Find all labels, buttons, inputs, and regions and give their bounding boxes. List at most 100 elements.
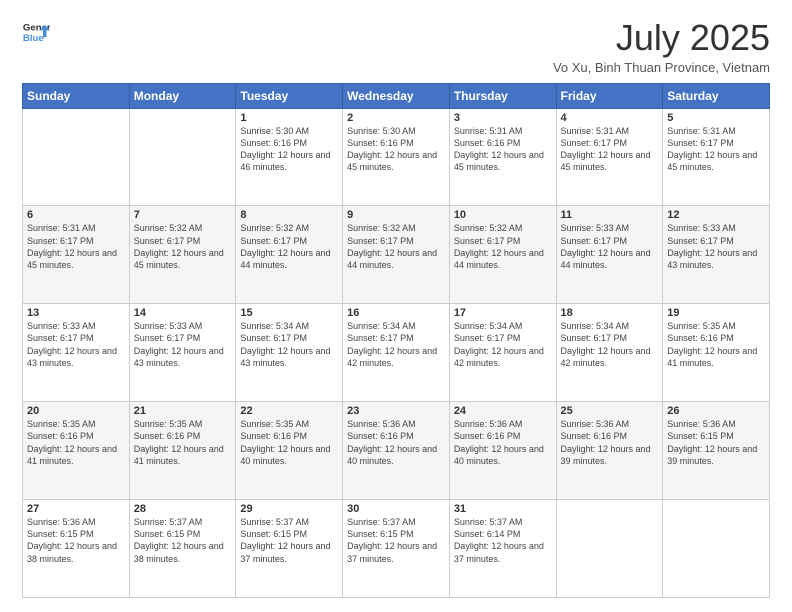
col-saturday: Saturday — [663, 83, 770, 108]
calendar-cell: 15Sunrise: 5:34 AM Sunset: 6:17 PM Dayli… — [236, 304, 343, 402]
calendar-cell: 2Sunrise: 5:30 AM Sunset: 6:16 PM Daylig… — [343, 108, 450, 206]
day-info: Sunrise: 5:37 AM Sunset: 6:15 PM Dayligh… — [240, 516, 338, 565]
day-number: 5 — [667, 112, 765, 124]
calendar-cell: 12Sunrise: 5:33 AM Sunset: 6:17 PM Dayli… — [663, 206, 770, 304]
day-number: 15 — [240, 307, 338, 319]
day-info: Sunrise: 5:35 AM Sunset: 6:16 PM Dayligh… — [240, 418, 338, 467]
day-number: 4 — [561, 112, 659, 124]
day-info: Sunrise: 5:37 AM Sunset: 6:15 PM Dayligh… — [347, 516, 445, 565]
calendar-cell: 11Sunrise: 5:33 AM Sunset: 6:17 PM Dayli… — [556, 206, 663, 304]
col-friday: Friday — [556, 83, 663, 108]
col-thursday: Thursday — [449, 83, 556, 108]
day-number: 24 — [454, 405, 552, 417]
day-info: Sunrise: 5:32 AM Sunset: 6:17 PM Dayligh… — [240, 222, 338, 271]
calendar-cell: 25Sunrise: 5:36 AM Sunset: 6:16 PM Dayli… — [556, 402, 663, 500]
calendar-cell: 14Sunrise: 5:33 AM Sunset: 6:17 PM Dayli… — [129, 304, 236, 402]
calendar-cell: 19Sunrise: 5:35 AM Sunset: 6:16 PM Dayli… — [663, 304, 770, 402]
calendar-header-row: Sunday Monday Tuesday Wednesday Thursday… — [23, 83, 770, 108]
day-number: 14 — [134, 307, 232, 319]
day-number: 31 — [454, 503, 552, 515]
day-info: Sunrise: 5:33 AM Sunset: 6:17 PM Dayligh… — [134, 320, 232, 369]
day-number: 13 — [27, 307, 125, 319]
calendar-cell: 31Sunrise: 5:37 AM Sunset: 6:14 PM Dayli… — [449, 500, 556, 598]
calendar-cell: 1Sunrise: 5:30 AM Sunset: 6:16 PM Daylig… — [236, 108, 343, 206]
col-sunday: Sunday — [23, 83, 130, 108]
day-number: 6 — [27, 209, 125, 221]
calendar-cell: 13Sunrise: 5:33 AM Sunset: 6:17 PM Dayli… — [23, 304, 130, 402]
col-wednesday: Wednesday — [343, 83, 450, 108]
day-info: Sunrise: 5:32 AM Sunset: 6:17 PM Dayligh… — [454, 222, 552, 271]
calendar-week-row: 6Sunrise: 5:31 AM Sunset: 6:17 PM Daylig… — [23, 206, 770, 304]
calendar-cell: 3Sunrise: 5:31 AM Sunset: 6:16 PM Daylig… — [449, 108, 556, 206]
day-info: Sunrise: 5:31 AM Sunset: 6:17 PM Dayligh… — [667, 125, 765, 174]
day-info: Sunrise: 5:37 AM Sunset: 6:14 PM Dayligh… — [454, 516, 552, 565]
day-number: 12 — [667, 209, 765, 221]
day-number: 9 — [347, 209, 445, 221]
day-number: 19 — [667, 307, 765, 319]
calendar-cell: 9Sunrise: 5:32 AM Sunset: 6:17 PM Daylig… — [343, 206, 450, 304]
day-info: Sunrise: 5:37 AM Sunset: 6:15 PM Dayligh… — [134, 516, 232, 565]
day-number: 11 — [561, 209, 659, 221]
col-tuesday: Tuesday — [236, 83, 343, 108]
calendar-cell: 20Sunrise: 5:35 AM Sunset: 6:16 PM Dayli… — [23, 402, 130, 500]
day-info: Sunrise: 5:34 AM Sunset: 6:17 PM Dayligh… — [347, 320, 445, 369]
day-number: 17 — [454, 307, 552, 319]
calendar-cell: 6Sunrise: 5:31 AM Sunset: 6:17 PM Daylig… — [23, 206, 130, 304]
day-info: Sunrise: 5:32 AM Sunset: 6:17 PM Dayligh… — [347, 222, 445, 271]
day-number: 3 — [454, 112, 552, 124]
day-info: Sunrise: 5:31 AM Sunset: 6:17 PM Dayligh… — [27, 222, 125, 271]
day-info: Sunrise: 5:33 AM Sunset: 6:17 PM Dayligh… — [561, 222, 659, 271]
calendar-cell — [663, 500, 770, 598]
day-number: 29 — [240, 503, 338, 515]
day-info: Sunrise: 5:33 AM Sunset: 6:17 PM Dayligh… — [27, 320, 125, 369]
day-number: 25 — [561, 405, 659, 417]
calendar-week-row: 20Sunrise: 5:35 AM Sunset: 6:16 PM Dayli… — [23, 402, 770, 500]
calendar-cell: 4Sunrise: 5:31 AM Sunset: 6:17 PM Daylig… — [556, 108, 663, 206]
day-number: 16 — [347, 307, 445, 319]
day-number: 30 — [347, 503, 445, 515]
month-year-title: July 2025 — [553, 18, 770, 58]
calendar-cell: 29Sunrise: 5:37 AM Sunset: 6:15 PM Dayli… — [236, 500, 343, 598]
logo: General Blue — [22, 18, 50, 46]
day-number: 26 — [667, 405, 765, 417]
calendar-cell: 26Sunrise: 5:36 AM Sunset: 6:15 PM Dayli… — [663, 402, 770, 500]
calendar-cell: 8Sunrise: 5:32 AM Sunset: 6:17 PM Daylig… — [236, 206, 343, 304]
day-info: Sunrise: 5:31 AM Sunset: 6:17 PM Dayligh… — [561, 125, 659, 174]
col-monday: Monday — [129, 83, 236, 108]
calendar-cell — [556, 500, 663, 598]
calendar-cell: 18Sunrise: 5:34 AM Sunset: 6:17 PM Dayli… — [556, 304, 663, 402]
calendar-table: Sunday Monday Tuesday Wednesday Thursday… — [22, 83, 770, 598]
day-info: Sunrise: 5:36 AM Sunset: 6:15 PM Dayligh… — [667, 418, 765, 467]
day-number: 27 — [27, 503, 125, 515]
calendar-cell: 22Sunrise: 5:35 AM Sunset: 6:16 PM Dayli… — [236, 402, 343, 500]
day-info: Sunrise: 5:32 AM Sunset: 6:17 PM Dayligh… — [134, 222, 232, 271]
day-info: Sunrise: 5:31 AM Sunset: 6:16 PM Dayligh… — [454, 125, 552, 174]
calendar-cell: 24Sunrise: 5:36 AM Sunset: 6:16 PM Dayli… — [449, 402, 556, 500]
day-info: Sunrise: 5:35 AM Sunset: 6:16 PM Dayligh… — [667, 320, 765, 369]
day-number: 22 — [240, 405, 338, 417]
day-number: 20 — [27, 405, 125, 417]
logo-icon: General Blue — [22, 18, 50, 46]
day-info: Sunrise: 5:34 AM Sunset: 6:17 PM Dayligh… — [454, 320, 552, 369]
day-number: 8 — [240, 209, 338, 221]
calendar-cell — [129, 108, 236, 206]
calendar-cell: 16Sunrise: 5:34 AM Sunset: 6:17 PM Dayli… — [343, 304, 450, 402]
day-number: 21 — [134, 405, 232, 417]
calendar-cell — [23, 108, 130, 206]
calendar-cell: 7Sunrise: 5:32 AM Sunset: 6:17 PM Daylig… — [129, 206, 236, 304]
calendar-cell: 28Sunrise: 5:37 AM Sunset: 6:15 PM Dayli… — [129, 500, 236, 598]
calendar-cell: 23Sunrise: 5:36 AM Sunset: 6:16 PM Dayli… — [343, 402, 450, 500]
calendar-cell: 30Sunrise: 5:37 AM Sunset: 6:15 PM Dayli… — [343, 500, 450, 598]
day-number: 10 — [454, 209, 552, 221]
title-block: July 2025 Vo Xu, Binh Thuan Province, Vi… — [553, 18, 770, 75]
day-info: Sunrise: 5:30 AM Sunset: 6:16 PM Dayligh… — [240, 125, 338, 174]
day-info: Sunrise: 5:36 AM Sunset: 6:16 PM Dayligh… — [561, 418, 659, 467]
calendar-cell: 10Sunrise: 5:32 AM Sunset: 6:17 PM Dayli… — [449, 206, 556, 304]
day-number: 2 — [347, 112, 445, 124]
day-number: 7 — [134, 209, 232, 221]
day-info: Sunrise: 5:35 AM Sunset: 6:16 PM Dayligh… — [27, 418, 125, 467]
calendar-cell: 17Sunrise: 5:34 AM Sunset: 6:17 PM Dayli… — [449, 304, 556, 402]
day-number: 1 — [240, 112, 338, 124]
day-number: 28 — [134, 503, 232, 515]
day-info: Sunrise: 5:36 AM Sunset: 6:16 PM Dayligh… — [347, 418, 445, 467]
